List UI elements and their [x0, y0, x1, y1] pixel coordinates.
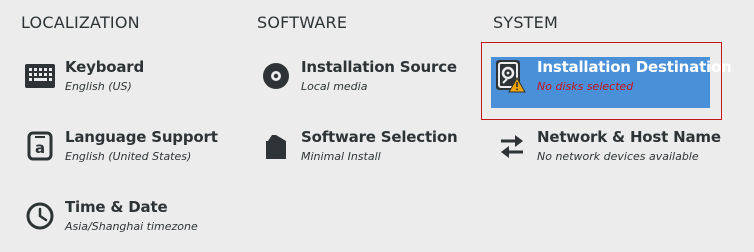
disc-icon — [260, 60, 292, 92]
package-icon — [260, 130, 292, 162]
installation-source-spoke[interactable]: Installation Source Local media — [257, 54, 469, 102]
software-selection-spoke[interactable]: Software Selection Minimal Install — [257, 124, 469, 172]
installation-destination-status: No disks selected — [537, 80, 634, 93]
clock-icon — [24, 200, 56, 232]
keyboard-status: English (US) — [65, 80, 132, 93]
keyboard-icon — [24, 60, 56, 92]
software-column: SOFTWARE Installation Source Local media… — [236, 0, 472, 252]
localization-heading: LOCALIZATION — [21, 13, 140, 32]
installation-destination-title: Installation Destination — [537, 58, 732, 76]
installation-source-title: Installation Source — [301, 58, 457, 76]
network-hostname-title: Network & Host Name — [537, 128, 721, 146]
svg-text:a: a — [35, 139, 45, 157]
installation-source-status: Local media — [301, 80, 368, 93]
time-date-status: Asia/Shanghai timezone — [65, 220, 198, 233]
language-support-title: Language Support — [65, 128, 218, 146]
software-heading: SOFTWARE — [257, 13, 348, 32]
keyboard-title: Keyboard — [65, 58, 145, 76]
language-support-status: English (United States) — [65, 150, 192, 163]
installation-destination-spoke[interactable]: Installation Destination No disks select… — [491, 54, 732, 102]
system-heading: SYSTEM — [493, 13, 558, 32]
network-hostname-status: No network devices available — [537, 150, 699, 163]
language-icon: a — [24, 130, 56, 162]
software-selection-status: Minimal Install — [301, 150, 381, 163]
software-selection-title: Software Selection — [301, 128, 458, 146]
network-hostname-spoke[interactable]: Network & Host Name No network devices a… — [493, 124, 721, 172]
keyboard-spoke[interactable]: Keyboard English (US) — [21, 54, 233, 102]
time-date-spoke[interactable]: Time & Date Asia/Shanghai timezone — [21, 194, 233, 242]
network-arrows-icon — [496, 130, 528, 162]
localization-column: LOCALIZATION Keyboard English (US) a Lan… — [0, 0, 236, 252]
harddisk-warning-icon — [494, 60, 526, 93]
time-date-title: Time & Date — [65, 198, 168, 216]
language-support-spoke[interactable]: a Language Support English (United State… — [21, 124, 233, 172]
installation-summary-hub: LOCALIZATION Keyboard English (US) a Lan… — [0, 0, 754, 252]
